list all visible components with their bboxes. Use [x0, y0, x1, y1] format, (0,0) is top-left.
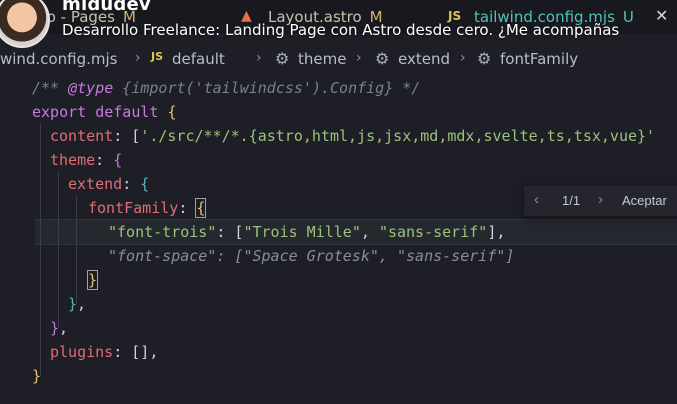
code-string: "sans-serif" — [378, 223, 488, 241]
code-property: theme — [50, 151, 96, 169]
breadcrumb-item-extend[interactable]: extend — [398, 50, 450, 68]
code-line-1: /** @type {import('tailwindcss').Config}… — [32, 76, 420, 100]
code-value: [], — [131, 343, 159, 361]
breadcrumb-item-fontfamily[interactable]: fontFamily — [500, 50, 578, 68]
js-symbol-icon: JS — [151, 50, 164, 63]
inline-suggestion: "font-space": ["Space Grotesk", "sans-se… — [108, 247, 515, 265]
chevron-right-icon: › — [460, 50, 466, 66]
gear-icon: ⚙ — [275, 49, 290, 68]
indent-guide — [76, 196, 77, 304]
breadcrumb-file[interactable]: wind.config.mjs — [0, 50, 118, 68]
chevron-right-icon: › — [135, 50, 141, 66]
code-line-12: plugins: [], — [50, 343, 159, 361]
avatar[interactable] — [0, 0, 50, 48]
chevron-left-icon[interactable]: ‹ — [534, 191, 539, 208]
breadcrumb-item-default[interactable]: default — [172, 50, 225, 68]
code-property: plugins — [50, 343, 114, 361]
code-string: "font-trois" — [108, 223, 217, 241]
code-keyword: export — [32, 103, 87, 121]
code-comment: {import('tailwindcss').Config} */ — [113, 79, 421, 97]
breadcrumb: wind.config.mjs › JS default › ⚙ theme ›… — [0, 48, 677, 70]
gear-icon: ⚙ — [375, 49, 390, 68]
code-property: fontFamily — [88, 199, 179, 217]
suggestion-count: 1/1 — [562, 193, 581, 208]
code-keyword: default — [95, 103, 159, 121]
code-line-3: content: ['./src/**/*.{astro,html,js,jsx… — [50, 127, 656, 145]
code-line-2: export default { — [32, 103, 177, 121]
code-line-10: }, — [68, 295, 87, 313]
code-line-13: } — [32, 367, 42, 385]
code-line-6: fontFamily: { — [88, 198, 207, 218]
code-line-8-suggestion: "font-space": ["Space Grotesk", "sans-se… — [108, 244, 514, 268]
code-jsdoc-tag: @type — [68, 79, 114, 97]
code-property: content — [50, 127, 114, 145]
inline-suggestion-toolbar: ‹ 1/1 › Aceptar — [524, 186, 677, 216]
code-string: './src/**/*.{astro,html,js,jsx,md,mdx,sv… — [140, 127, 656, 145]
channel-name[interactable]: midudev — [62, 0, 151, 15]
gear-icon: ⚙ — [477, 49, 492, 68]
code-line-5: extend: { — [68, 175, 150, 193]
code-line-7: "font-trois": ["Trois Mille", "sans-seri… — [108, 223, 506, 241]
code-string: "Trois Mille" — [243, 223, 361, 241]
close-icon[interactable]: ✕ — [655, 6, 668, 25]
code-editor[interactable]: /** @type {import('tailwindcss').Config}… — [0, 76, 677, 396]
code-comment: /** — [32, 79, 69, 97]
chevron-right-icon: › — [256, 50, 262, 66]
indent-guide — [40, 124, 41, 376]
breadcrumb-item-theme[interactable]: theme — [298, 50, 346, 68]
code-property: extend — [68, 175, 123, 193]
chevron-right-icon[interactable]: › — [598, 191, 603, 208]
code-line-4: theme: { — [50, 151, 123, 169]
code-line-11: }, — [50, 319, 69, 337]
indent-guide — [58, 172, 59, 328]
video-title[interactable]: Desarrollo Freelance: Landing Page con A… — [62, 21, 619, 39]
chevron-right-icon: › — [356, 50, 362, 66]
code-line-9: } — [86, 270, 99, 290]
accept-button[interactable]: Aceptar — [622, 193, 667, 208]
tab-untracked-mark: U — [622, 8, 634, 26]
